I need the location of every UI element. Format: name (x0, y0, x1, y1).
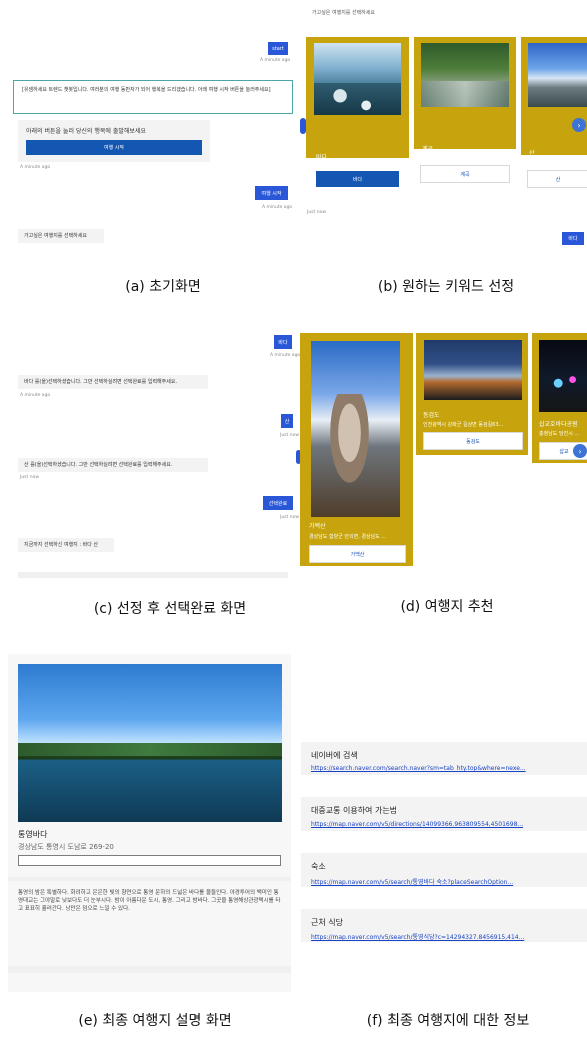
ask-destination-message: 가고싶은 여행지를 선택하세요 (18, 229, 104, 243)
caption-e: (e) 최종 여행지 설명 화면 (78, 1013, 232, 1029)
donggeomdo-photo (424, 340, 522, 400)
place-address: 경상남도 통영시 도남로 269-20 (18, 843, 114, 851)
confirm-message-1: 바다 를(을)선택하셨습니다. 그만 선택하실려면 선택완료를 입력해주세요. (18, 375, 208, 389)
restaurant-label: 근처 식당 (311, 918, 343, 927)
mountain-select-button[interactable]: 산 (527, 170, 587, 188)
destination-card-mountain[interactable]: 산 Mountain 산 (521, 37, 587, 188)
selection-done-time: Just now (280, 515, 300, 520)
sapgyoho-title: 삽교호바다공원 (539, 421, 578, 428)
search-link[interactable]: https://search.naver.com/search.naver?sm… (311, 765, 587, 772)
carousel-next-icon[interactable]: › (572, 118, 586, 132)
sea-title-en: Sea (316, 162, 326, 168)
place-title: 통영바다 (18, 830, 48, 839)
sea-title-ko: 바다 (316, 154, 328, 161)
selected-mountain-time: Just now (280, 433, 300, 438)
confirm-message-2-time: Just now (20, 475, 40, 480)
selection-done-button[interactable]: 선택완료 (263, 496, 293, 510)
gabaeksan-address: 경상남도 함양군 안의면, 경상남도 ... (309, 534, 387, 540)
selected-summary-message: 지금까지 선택하신 여행지 : 바다 산 (18, 538, 114, 552)
recommend-card-gabaeksan[interactable]: 가백산 경상남도 함양군 안의면, 경상남도 ... 가백산 (300, 333, 413, 566)
sapgyoho-address: 충청남도 당진시 ... (539, 431, 580, 437)
caption-b: (b) 원하는 키워드 선정 (377, 279, 515, 295)
selected-sea-time: A minute ago (270, 353, 301, 358)
start-time: A minute ago (260, 58, 291, 63)
destination-card-valley[interactable]: 계곡 Valley 계곡 (414, 37, 516, 183)
detail-input-box[interactable] (18, 855, 281, 866)
header-message: 가고싶은 여행지를 선택하세요 (312, 10, 375, 16)
mountain-title-en: Mountain (529, 159, 553, 165)
caption-f: (f) 최종 여행지에 대한 정보 (366, 1013, 530, 1029)
user-reply-button[interactable]: 여행 시작 (255, 186, 288, 200)
travel-start-button[interactable]: 여행 시작 (26, 140, 202, 155)
prompt-text: 아래의 버튼을 눌러 당신의 행복에 출발해보세요 (26, 128, 146, 135)
confirm-message-1-time: A minute ago (20, 393, 51, 398)
bottom-time: Just now (307, 210, 327, 215)
sea-photo (314, 43, 401, 115)
lodging-label: 숙소 (311, 862, 326, 871)
bottom-selected-button[interactable]: 바다 (562, 232, 584, 245)
sapgyoho-photo (539, 340, 587, 412)
mountain-photo (528, 43, 587, 107)
prompt-time: A minute ago (20, 165, 51, 170)
info-item-restaurant[interactable]: 근처 식당 https://map.naver.com/v5/search/통영… (301, 909, 587, 942)
valley-title-en: Valley (422, 155, 437, 161)
donggeomdo-title: 동검도 (423, 412, 440, 419)
info-item-search[interactable]: 네이버에 검색 https://search.naver.com/search.… (301, 742, 587, 775)
valley-photo (421, 43, 509, 107)
selected-mountain-button[interactable]: 산 (281, 414, 293, 428)
mountain-title-ko: 산 (529, 150, 535, 157)
valley-title-ko: 계곡 (422, 146, 434, 153)
gabaeksan-button[interactable]: 가백산 (309, 545, 406, 563)
selected-sea-button[interactable]: 바다 (274, 335, 292, 349)
caption-a: (a) 초기화면 (125, 279, 201, 295)
restaurant-link[interactable]: https://map.naver.com/v5/search/통영식당?c=1… (311, 932, 587, 941)
destination-detail-card: 통영바다 경상남도 통영시 도남로 269-20 통영의 밤은 특별하다. 화려… (8, 654, 291, 992)
lodging-link[interactable]: https://map.naver.com/v5/search/통영바다 숙소?… (311, 877, 587, 886)
valley-select-button[interactable]: 계곡 (420, 165, 510, 183)
recommend-card-donggeomdo[interactable]: 동검도 인천광역시 강화군 길상면 동검길63... 동검도 (416, 333, 528, 455)
place-description: 통영의 밤은 특별하다. 화려하고 은은한 빛의 향연으로 통영 운하의 드넓은… (18, 890, 281, 912)
search-label: 네이버에 검색 (311, 751, 358, 760)
info-item-transit[interactable]: 대중교통 이용하여 가는법 https://map.naver.com/v5/d… (301, 797, 587, 831)
prompt-card: 아래의 버튼을 눌러 당신의 행복에 출발해보세요 여행 시작 (18, 120, 210, 162)
transit-label: 대중교통 이용하여 가는법 (311, 806, 398, 815)
intro-message: [유넴하세요 트렌드 챗봇입니다. 여러분의 여행 동반자가 되어 행복을 드리… (13, 80, 293, 114)
gabaeksan-title: 가백산 (309, 523, 326, 530)
detail-bottom-separator (8, 966, 291, 973)
destination-card-sea[interactable]: 바다 Sea 바다 (306, 37, 409, 187)
donggeomdo-button[interactable]: 동검도 (423, 432, 523, 450)
info-item-lodging[interactable]: 숙소 https://map.naver.com/v5/search/통영바다 … (301, 853, 587, 887)
sea-select-button[interactable]: 바다 (316, 171, 399, 187)
caption-d: (d) 여행지 추천 (400, 599, 494, 615)
transit-link[interactable]: https://map.naver.com/v5/directions/1409… (311, 821, 587, 828)
carousel-next-icon-d[interactable]: › (573, 444, 587, 458)
start-button[interactable]: start (268, 42, 288, 55)
tongyeong-photo (18, 664, 282, 822)
caption-c: (c) 선정 후 선택완료 화면 (93, 601, 247, 617)
confirm-message-2: 산 를(을)선택하셨습니다. 그만 선택하실려면 선택완료를 입력해주세요. (18, 458, 208, 472)
gabaeksan-photo (311, 341, 400, 517)
user-reply-time: A minute ago (262, 205, 293, 210)
donggeomdo-address: 인천광역시 강화군 길상면 동검길63... (423, 422, 504, 428)
next-card-row-hint (18, 572, 288, 578)
detail-separator (8, 877, 291, 881)
